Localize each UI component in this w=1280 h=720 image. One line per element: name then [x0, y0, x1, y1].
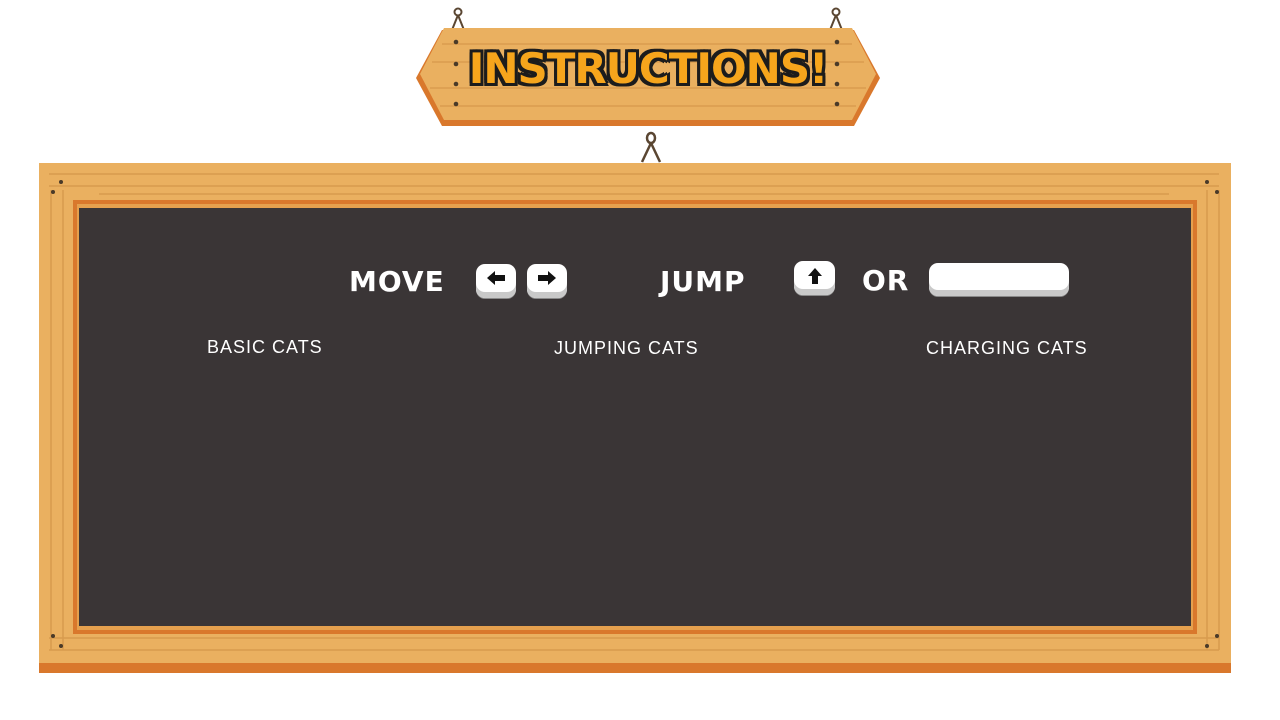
move-label: MOVE: [349, 265, 445, 298]
jump-label: JUMP: [660, 265, 746, 298]
up-arrow-icon: [807, 268, 822, 284]
basic-cats-label: BASIC CATS: [207, 337, 323, 357]
jumping-cats-label: JUMPING CATS: [554, 338, 699, 358]
left-arrow-key: [476, 264, 516, 298]
spacebar-key: [929, 263, 1069, 296]
title-sign: INSTRUCTIONS!: [412, 4, 884, 130]
or-label: OR: [862, 264, 910, 297]
page-title: INSTRUCTIONS!: [468, 44, 828, 93]
right-arrow-icon: [538, 271, 556, 285]
up-arrow-key: [794, 261, 835, 295]
left-arrow-icon: [487, 271, 505, 285]
charging-cats-label: CHARGING CATS: [926, 338, 1088, 358]
right-arrow-key: [527, 264, 567, 298]
instruction-board: [39, 130, 1231, 673]
